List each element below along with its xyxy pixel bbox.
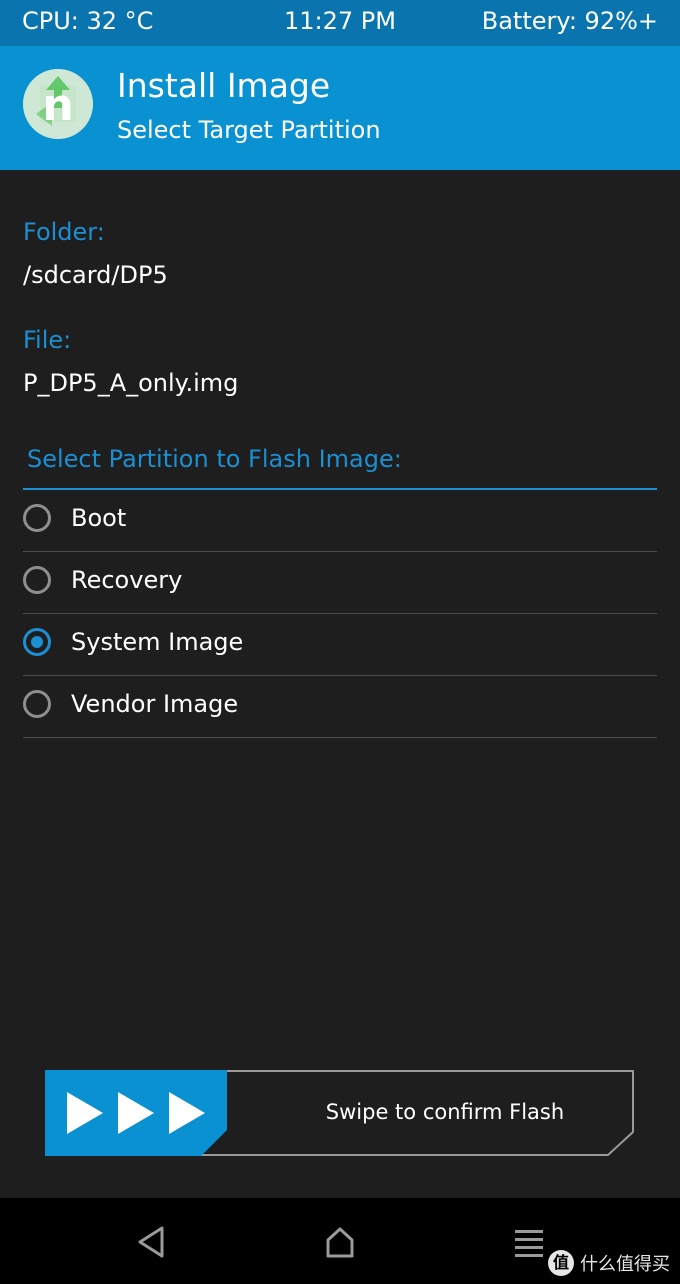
- swipe-label: Swipe to confirm Flash: [325, 1100, 565, 1124]
- page-subtitle: Select Target Partition: [117, 116, 381, 144]
- svg-text:n: n: [42, 80, 73, 131]
- watermark-badge: 值: [548, 1250, 574, 1276]
- status-bar: CPU: 32 °C 11:27 PM Battery: 92%+: [0, 0, 680, 46]
- radio-option-recovery[interactable]: Recovery: [23, 552, 657, 614]
- radio-button[interactable]: [23, 690, 51, 718]
- radio-option-label: Boot: [71, 504, 127, 532]
- radio-option-vendor-image[interactable]: Vendor Image: [23, 676, 657, 738]
- partition-section-title: Select Partition to Flash Image:: [27, 445, 402, 473]
- radio-button[interactable]: [23, 566, 51, 594]
- folder-label: Folder:: [23, 218, 105, 246]
- watermark-text: 什么值得买: [580, 1254, 670, 1275]
- app-header: n Install Image Select Target Partition: [0, 46, 680, 170]
- radio-button-selected[interactable]: [23, 628, 51, 656]
- twrp-n-logo-icon: n: [22, 68, 94, 140]
- swipe-handle[interactable]: [45, 1070, 227, 1156]
- menu-lines-icon[interactable]: [509, 1222, 549, 1262]
- radio-option-label: Recovery: [71, 566, 183, 594]
- swipe-to-confirm-slider[interactable]: Swipe to confirm Flash: [45, 1070, 635, 1156]
- radio-option-label: Vendor Image: [71, 690, 239, 718]
- battery-status: Battery: 92%+: [481, 7, 658, 35]
- file-label: File:: [23, 326, 72, 354]
- folder-path: /sdcard/DP5: [23, 261, 168, 289]
- page-title: Install Image: [117, 66, 331, 105]
- radio-option-label: System Image: [71, 628, 244, 656]
- home-icon[interactable]: [320, 1222, 360, 1262]
- partition-radio-list: Boot Recovery System Image Vendor Image: [23, 490, 657, 738]
- radio-button[interactable]: [23, 504, 51, 532]
- file-name: P_DP5_A_only.img: [23, 369, 239, 397]
- watermark: 值 什么值得买: [548, 1250, 670, 1276]
- radio-option-system-image[interactable]: System Image: [23, 614, 657, 676]
- back-triangle-icon[interactable]: [132, 1222, 172, 1262]
- radio-option-boot[interactable]: Boot: [23, 490, 657, 552]
